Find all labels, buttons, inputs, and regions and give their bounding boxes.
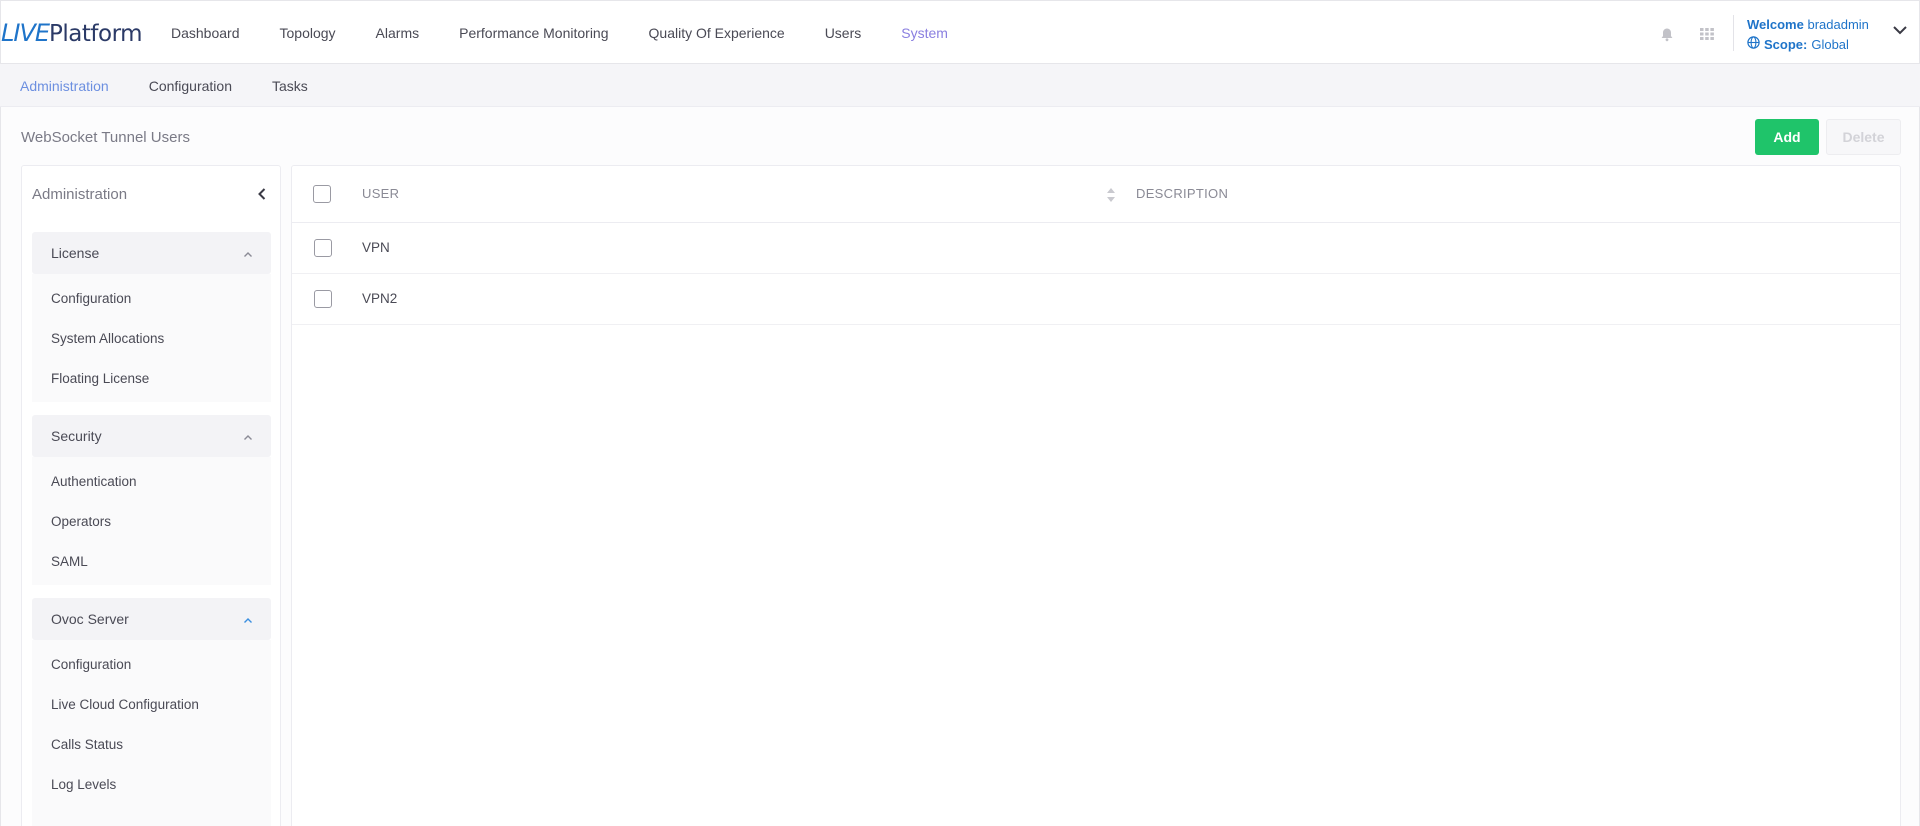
- nav-quality-of-experience[interactable]: Quality Of Experience: [629, 1, 805, 65]
- section-license-items: Configuration System Allocations Floatin…: [32, 274, 271, 402]
- delete-button[interactable]: Delete: [1826, 119, 1901, 155]
- users-table: USER DESCRIPTION VPN VPN2: [291, 165, 1901, 826]
- sub-bar: Administration Configuration Tasks: [0, 64, 1920, 107]
- nav-alarms[interactable]: Alarms: [356, 1, 440, 65]
- subnav-tasks[interactable]: Tasks: [252, 78, 328, 94]
- welcome-label: Welcome: [1747, 17, 1804, 32]
- section-ovoc-server[interactable]: Ovoc Server: [32, 598, 271, 640]
- subnav-configuration[interactable]: Configuration: [129, 78, 252, 94]
- username: bradadmin: [1807, 17, 1869, 32]
- user-cell: VPN2: [362, 291, 398, 306]
- row-checkbox[interactable]: [314, 239, 332, 257]
- table-row[interactable]: VPN: [292, 223, 1900, 274]
- sidebar-item-operators[interactable]: Operators: [51, 514, 111, 529]
- user-info[interactable]: Welcome bradadmin Scope: Global: [1747, 15, 1869, 55]
- nav-system[interactable]: System: [881, 1, 968, 65]
- add-button[interactable]: Add: [1755, 119, 1819, 155]
- section-ovoc-server-items: Configuration Live Cloud Configuration C…: [32, 640, 271, 826]
- main-nav: Dashboard Topology Alarms Performance Mo…: [151, 1, 968, 65]
- chevron-up-icon: [243, 428, 253, 444]
- section-security-label: Security: [51, 428, 102, 444]
- sub-nav: Administration Configuration Tasks: [0, 64, 328, 107]
- section-license-label: License: [51, 245, 100, 261]
- column-header-user[interactable]: USER: [362, 186, 399, 201]
- page-content: WebSocket Tunnel Users Add Delete Admini…: [0, 107, 1920, 826]
- sidebar-item-ovoc-configuration[interactable]: Configuration: [51, 657, 131, 672]
- sidebar-item-authentication[interactable]: Authentication: [51, 474, 137, 489]
- sidebar-item-saml[interactable]: SAML: [51, 554, 88, 569]
- table-header: USER DESCRIPTION: [292, 166, 1900, 223]
- section-license[interactable]: License: [32, 232, 271, 274]
- chevron-down-icon[interactable]: [1889, 19, 1911, 41]
- logo-live-text: LIVE: [1, 19, 50, 47]
- chevron-up-icon: [243, 611, 253, 627]
- collapse-sidebar-icon[interactable]: [252, 184, 272, 204]
- sidebar-item-license-configuration[interactable]: Configuration: [51, 291, 131, 306]
- top-divider: [1733, 15, 1734, 51]
- select-all-checkbox[interactable]: [313, 185, 331, 203]
- top-icons: [1656, 23, 1718, 45]
- sidebar-item-floating-license[interactable]: Floating License: [51, 371, 149, 386]
- row-checkbox[interactable]: [314, 290, 332, 308]
- logo-platform-text: Platform: [49, 21, 143, 47]
- grid-apps-icon[interactable]: [1696, 23, 1718, 45]
- sidebar-item-live-cloud-configuration[interactable]: Live Cloud Configuration: [51, 697, 199, 712]
- user-cell: VPN: [362, 240, 390, 255]
- globe-icon: [1747, 35, 1760, 55]
- liveplatform-logo[interactable]: LIVE Platform: [1, 19, 143, 47]
- page-title: WebSocket Tunnel Users: [21, 129, 190, 146]
- sidebar-item-calls-status[interactable]: Calls Status: [51, 737, 123, 752]
- section-security-items: Authentication Operators SAML: [32, 457, 271, 585]
- section-ovoc-server-label: Ovoc Server: [51, 611, 129, 627]
- sidebar-header: Administration: [32, 182, 272, 206]
- subnav-administration[interactable]: Administration: [0, 78, 129, 94]
- nav-dashboard[interactable]: Dashboard: [151, 1, 260, 65]
- sidebar-title: Administration: [32, 185, 128, 203]
- chevron-up-icon: [243, 245, 253, 261]
- sidebar-item-system-allocations[interactable]: System Allocations: [51, 331, 164, 346]
- bell-icon[interactable]: [1656, 23, 1678, 45]
- table-row[interactable]: VPN2: [292, 274, 1900, 325]
- nav-performance-monitoring[interactable]: Performance Monitoring: [439, 1, 628, 65]
- admin-sidebar: Administration License Configuration Sys…: [21, 165, 281, 826]
- top-bar: LIVE Platform Dashboard Topology Alarms …: [0, 0, 1920, 64]
- scope-value: Global: [1811, 37, 1849, 52]
- scope-row: Scope: Global: [1747, 35, 1869, 55]
- scope-label: Scope:: [1764, 37, 1808, 52]
- section-security[interactable]: Security: [32, 415, 271, 457]
- nav-topology[interactable]: Topology: [260, 1, 356, 65]
- nav-users[interactable]: Users: [805, 1, 882, 65]
- sort-icon[interactable]: [1106, 186, 1116, 204]
- sidebar-item-log-levels[interactable]: Log Levels: [51, 777, 116, 792]
- column-header-description[interactable]: DESCRIPTION: [1136, 186, 1228, 201]
